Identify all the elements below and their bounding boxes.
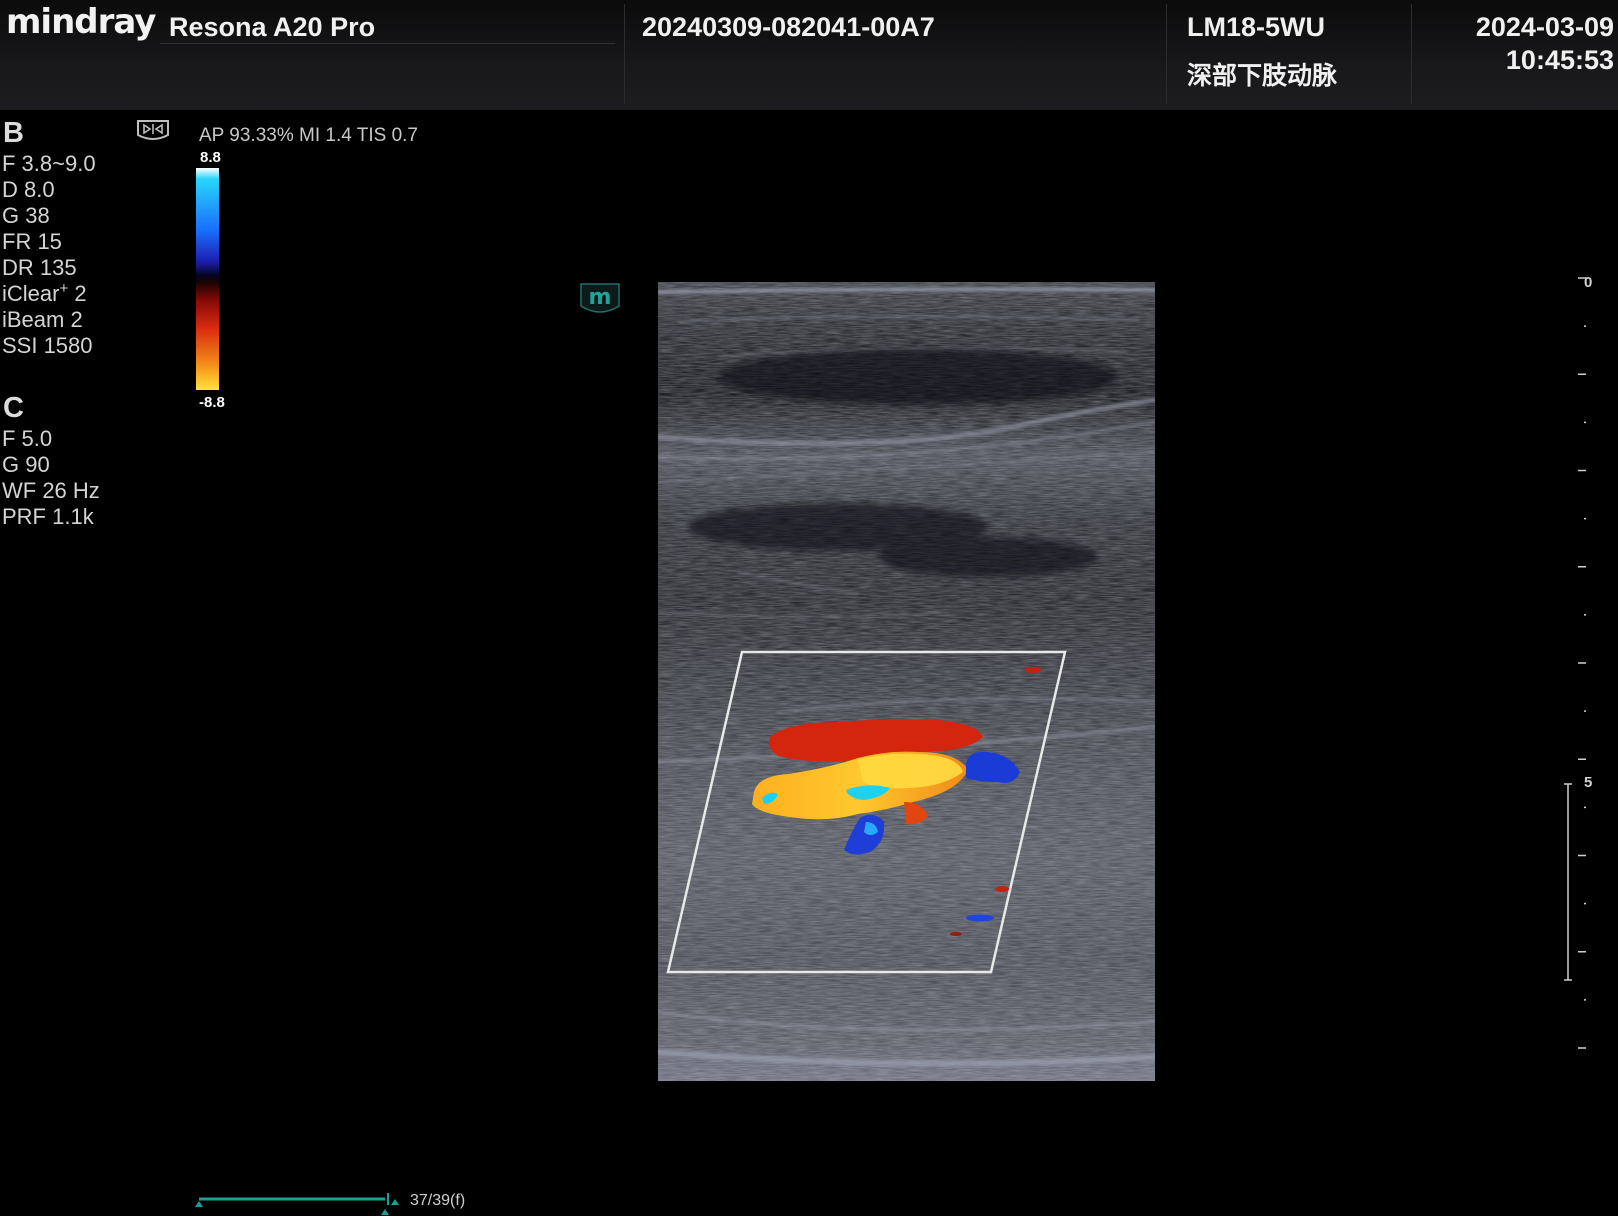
exam-preset: 深部下肢动脉 [1187,61,1338,90]
header-separator [1166,4,1167,104]
b-ibeam-param: iBeam 2 [2,307,83,332]
header-divider [160,43,615,44]
b-mode-params: F 3.8~9.0 D 8.0 G 38 FR 15 DR 135 iClear… [2,151,96,359]
b-mode-title: B [3,117,24,149]
depth-label-0: 0 [1584,274,1593,291]
c-gain-param: G 90 [2,452,50,477]
c-freq-param: F 5.0 [2,426,53,451]
colorbar-max-label: 8.8 [200,149,221,166]
flow-red-spot [1025,667,1041,673]
cine-start-marker [195,1201,203,1207]
system-name: Resona A20 Pro [169,12,376,42]
exam-id: 20240309-082041-00A7 [642,12,935,42]
c-mode-title: C [3,392,24,424]
acoustic-output: AP 93.33% MI 1.4 TIS 0.7 [199,125,418,146]
iclear-value: 2 [68,281,87,306]
color-velocity-bar [196,168,219,390]
b-ssi-param: SSI 1580 [2,333,93,358]
colorbar-min-label: -8.8 [199,394,225,411]
c-prf-param: PRF 1.1k [2,504,94,529]
iclear-sup: + [59,280,69,297]
header-bar: mindray Resona A20 Pro 20240309-082041-0… [0,0,1618,110]
c-mode-params: F 5.0 G 90 WF 26 Hz PRF 1.1k [2,426,100,530]
b-framerate-param: FR 15 [2,229,62,254]
b-depth-param: D 8.0 [2,177,55,202]
b-gain-param: G 38 [2,203,50,228]
header-separator [624,4,625,104]
flow-red-spot [950,932,962,936]
m-logo-badge: m [580,283,620,313]
cine-bar[interactable] [195,1185,415,1216]
m-logo-text: m [589,285,612,310]
time-text: 10:45:53 [1505,45,1614,75]
flow-red-spot [995,886,1009,892]
ultrasound-screen: mindray Resona A20 Pro 20240309-082041-0… [0,0,1618,1216]
b-dynamic-range-param: DR 135 [2,255,77,280]
b-iclear-param: iClear+ 2 [2,281,96,307]
flow-blue-spot [966,914,994,922]
probe-name: LM18-5WU [1187,12,1326,42]
date-text: 2024-03-09 [1475,12,1614,42]
c-wall-filter-param: WF 26 Hz [2,478,100,503]
cine-frame-counter: 37/39(f) [410,1192,466,1209]
depth-scale [1564,277,1586,1049]
b-freq-param: F 3.8~9.0 [2,151,96,176]
probe-orientation-icon [137,120,169,140]
brand-logo: mindray [6,2,156,42]
header-separator [1411,4,1412,104]
depth-label-5: 5 [1584,774,1593,791]
cine-end-marker [391,1199,399,1205]
ultrasound-image [658,282,1155,1081]
iclear-label: iClear [2,281,60,306]
cine-playhead[interactable] [381,1209,389,1215]
